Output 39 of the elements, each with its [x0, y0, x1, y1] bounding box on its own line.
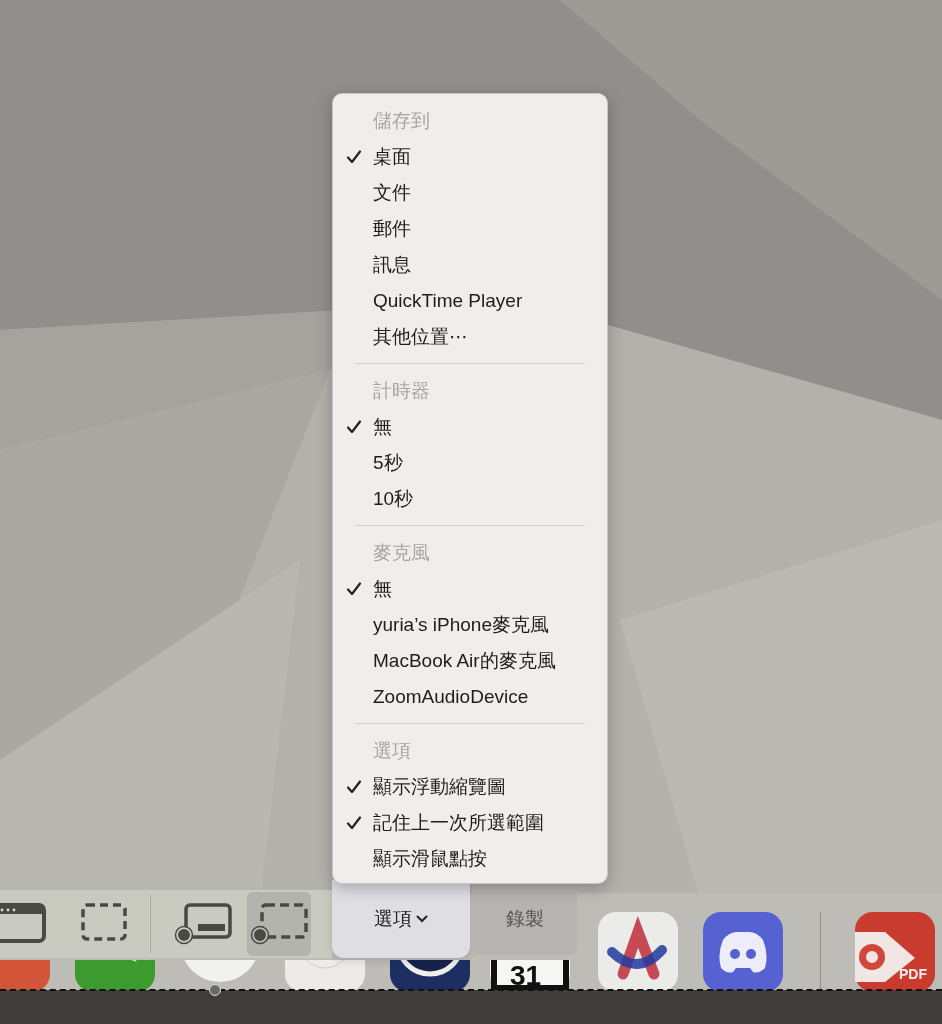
menu-item[interactable]: 記住上一次所選範圍 [333, 805, 607, 841]
menu-item[interactable]: 文件 [333, 175, 607, 211]
menu-item[interactable]: 5秒 [333, 445, 607, 481]
menu-item[interactable]: 10秒 [333, 481, 607, 517]
icon-label: 31 [510, 962, 542, 990]
checkmark-icon [346, 150, 362, 164]
checkmark-icon [346, 780, 362, 794]
messages-icon[interactable] [75, 960, 155, 990]
menu-item[interactable]: MacBook Air的麥克風 [333, 643, 607, 679]
options-button[interactable]: 選項 [332, 880, 470, 958]
selection-record-button[interactable] [247, 892, 311, 956]
menu-item[interactable]: yuria’s iPhone麥克風 [333, 607, 607, 643]
menu-item[interactable]: 顯示滑鼠點按 [333, 841, 607, 877]
menu-item[interactable]: 其他位置⋯ [333, 319, 607, 355]
menu-item[interactable]: 無 [333, 571, 607, 607]
menu-item[interactable]: ZoomAudioDevice [333, 679, 607, 715]
ring-icon [859, 944, 885, 970]
menu-item[interactable]: 訊息 [333, 247, 607, 283]
menu-item[interactable]: 無 [333, 409, 607, 445]
discord-icon[interactable] [703, 912, 783, 990]
icon-label: PDF [899, 966, 927, 982]
menu-item[interactable]: 郵件 [333, 211, 607, 247]
calendar-icon[interactable]: 31 [490, 960, 570, 990]
chevron-down-icon [416, 915, 428, 923]
selection-record-icon [250, 902, 308, 946]
section-header: 麥克風 [372, 541, 431, 565]
menu-item[interactable]: 顯示浮動縮覽圖 [333, 769, 607, 805]
pdf-app-icon[interactable]: PDF [855, 912, 935, 990]
record-button[interactable]: 錄製 [472, 883, 577, 955]
checkmark-icon [346, 816, 362, 830]
section-header: 選項 [372, 739, 412, 763]
menu-item[interactable]: 桌面 [333, 139, 607, 175]
checkmark-icon [346, 582, 362, 596]
menu-item[interactable]: QuickTime Player [333, 283, 607, 319]
section-header: 計時器 [372, 379, 431, 403]
screen-record-icon [174, 902, 232, 946]
checkmark-icon [346, 420, 362, 434]
section-header: 儲存到 [372, 109, 431, 133]
window-capture-icon [0, 902, 46, 946]
